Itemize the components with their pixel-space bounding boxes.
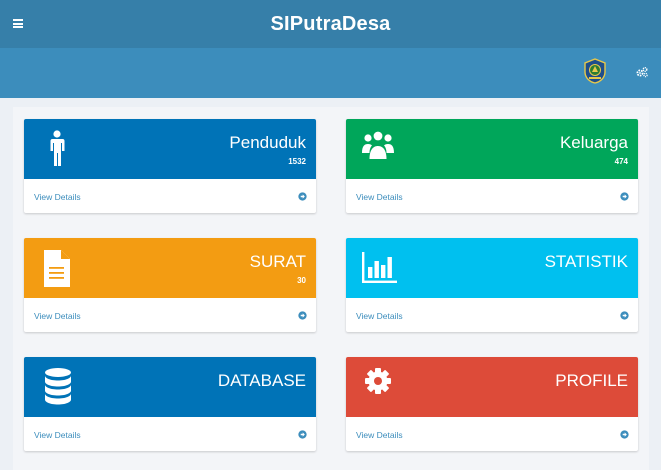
surat-card-header: SURAT 30 [24,238,316,298]
view-details-link[interactable]: View Details [356,430,403,440]
statistik-card-header: STATISTIK [346,238,638,298]
view-details-link[interactable]: View Details [34,192,81,202]
card-footer[interactable]: View Details [346,298,638,332]
penduduk-card-header: Penduduk 1532 [24,119,316,179]
database-icon [45,368,71,405]
arrow-circle-right-icon[interactable] [620,192,629,201]
keluarga-card[interactable]: Keluarga 474 View Details [346,119,638,213]
profile-card-header: PROFILE [346,357,638,417]
navbar [0,48,661,98]
card-footer[interactable]: View Details [346,417,638,451]
card-footer[interactable]: View Details [24,298,316,332]
database-card[interactable]: DATABASE View Details [24,357,316,451]
penduduk-card[interactable]: Penduduk 1532 View Details [24,119,316,213]
document-icon [44,250,70,287]
card-label: Penduduk [229,133,306,152]
users-icon [362,131,394,159]
view-details-link[interactable]: View Details [34,430,81,440]
card-count: 474 [614,157,628,166]
app-title: SIPutraDesa [270,12,391,35]
card-footer[interactable]: View Details [346,179,638,213]
card-label: STATISTIK [544,252,628,271]
profile-card[interactable]: PROFILE View Details [346,357,638,451]
user-icon [50,130,65,166]
card-label: DATABASE [217,371,306,390]
database-card-header: DATABASE [24,357,316,417]
arrow-circle-right-icon[interactable] [298,311,307,320]
card-label: Keluarga [559,133,628,152]
arrow-circle-right-icon[interactable] [298,192,307,201]
view-details-link[interactable]: View Details [356,311,403,321]
gear-icon [365,368,391,394]
keluarga-card-header: Keluarga 474 [346,119,638,179]
view-details-link[interactable]: View Details [34,311,81,321]
gears-icon[interactable] [636,66,648,78]
village-emblem-icon[interactable] [583,58,607,84]
card-footer[interactable]: View Details [24,179,316,213]
surat-card[interactable]: SURAT 30 View Details [24,238,316,332]
app-header: SIPutraDesa [0,0,661,48]
bar-chart-icon [362,252,397,283]
arrow-circle-right-icon[interactable] [620,430,629,439]
arrow-circle-right-icon[interactable] [298,430,307,439]
card-footer[interactable]: View Details [24,417,316,451]
menu-icon[interactable] [13,19,23,28]
card-count: 1532 [288,157,306,166]
view-details-link[interactable]: View Details [356,192,403,202]
card-label: PROFILE [555,371,628,390]
card-label: SURAT [249,252,306,271]
statistik-card[interactable]: STATISTIK View Details [346,238,638,332]
arrow-circle-right-icon[interactable] [620,311,629,320]
card-count: 30 [297,276,306,285]
